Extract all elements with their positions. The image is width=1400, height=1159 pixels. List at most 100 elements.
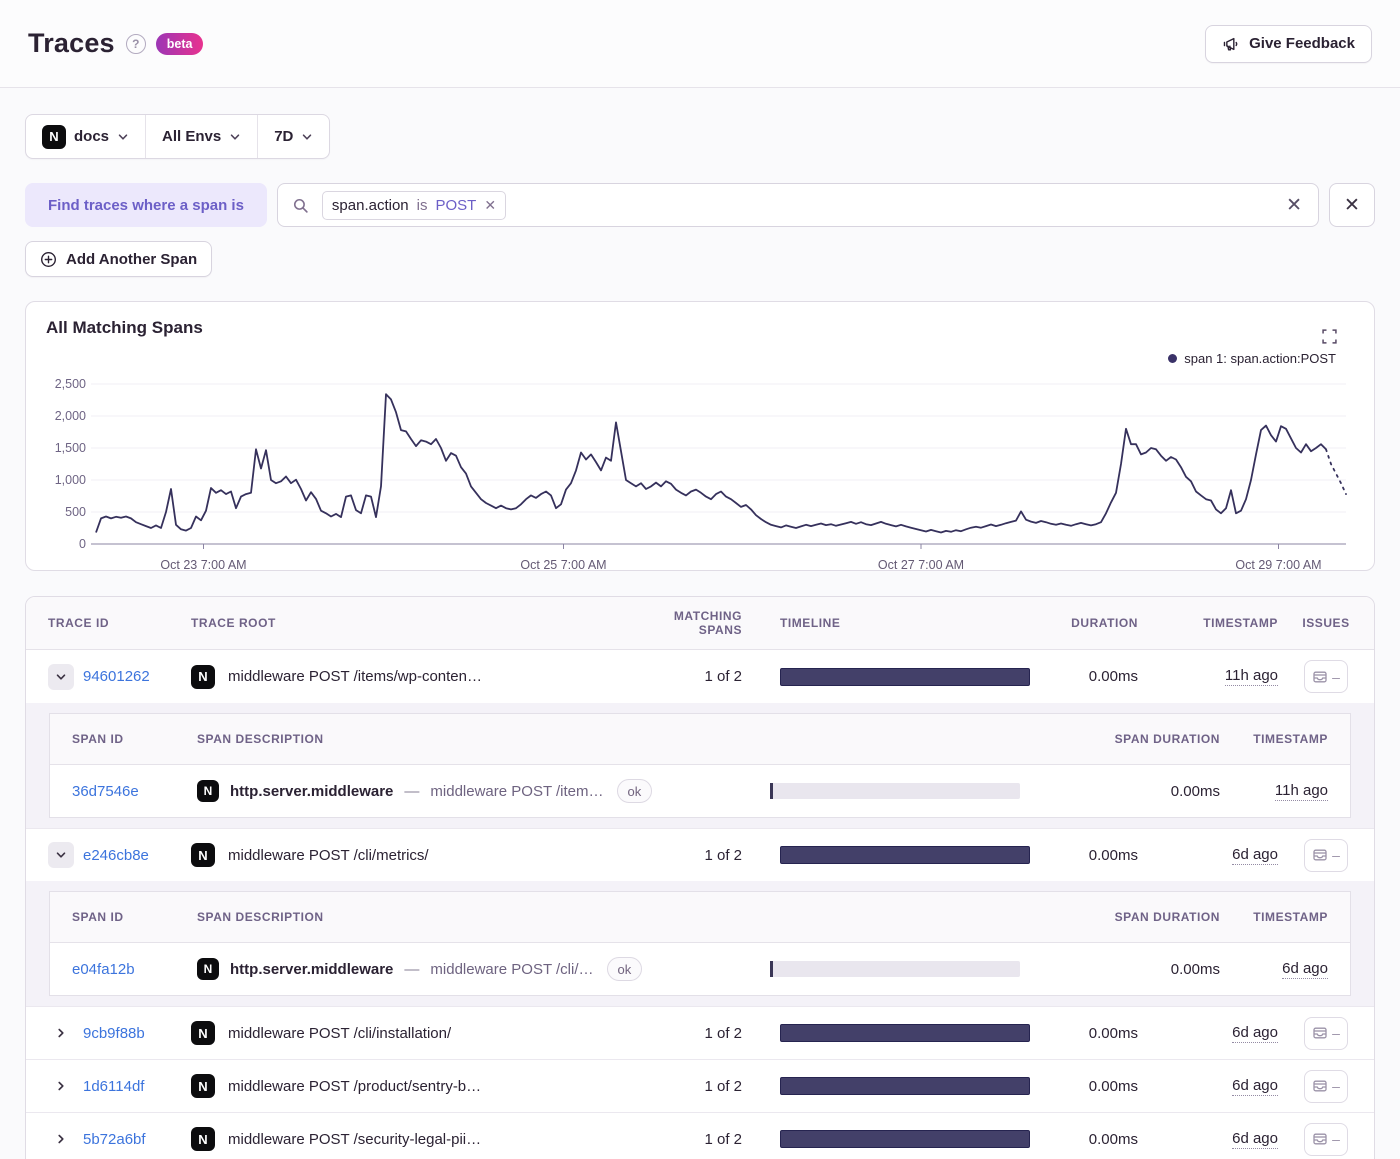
nextjs-icon: N bbox=[42, 124, 66, 149]
nextjs-icon: N bbox=[191, 1021, 215, 1045]
no-issues-dash: – bbox=[1332, 1131, 1340, 1147]
column-header: TRACE ROOT bbox=[191, 616, 276, 630]
collapse-chevron-button[interactable] bbox=[48, 663, 74, 690]
issues-button[interactable]: – bbox=[1304, 1069, 1348, 1103]
span-status-badge: ok bbox=[616, 779, 653, 803]
legend-label: span 1: span.action:POST bbox=[1184, 351, 1336, 366]
span-row: 36d7546e Nhttp.server.middleware — middlewa… bbox=[50, 765, 1350, 817]
issues-button[interactable]: – bbox=[1304, 838, 1348, 872]
trace-duration: 0.00ms bbox=[1088, 1024, 1138, 1042]
trace-root-text: middleware POST /cli/metrics/ bbox=[228, 846, 429, 864]
trace-row: 94601262 Nmiddleware POST /items/wp-conte… bbox=[26, 650, 1374, 703]
span-operation: http.server.middleware bbox=[230, 960, 394, 978]
column-header: TIMESTAMP bbox=[1203, 616, 1278, 630]
trace-timestamp[interactable]: 6d ago bbox=[1232, 1024, 1278, 1043]
trace-timestamp[interactable]: 11h ago bbox=[1224, 667, 1278, 686]
trace-id-link[interactable]: 5b72a6bf bbox=[83, 1131, 146, 1148]
span-id-link[interactable]: e04fa12b bbox=[72, 961, 135, 978]
plus-circle-icon bbox=[41, 251, 56, 267]
inbox-icon bbox=[1313, 1080, 1327, 1092]
span-status-badge: ok bbox=[606, 957, 643, 981]
span-timestamp[interactable]: 11h ago bbox=[1274, 782, 1328, 801]
chevron-down-icon bbox=[230, 133, 240, 140]
trace-timeline-bar bbox=[780, 1130, 1030, 1148]
beta-badge: beta bbox=[155, 32, 204, 55]
svg-text:1,000: 1,000 bbox=[55, 473, 86, 487]
legend-dot bbox=[1168, 354, 1178, 363]
column-header: TIMESTAMP bbox=[1253, 910, 1328, 924]
trace-id-link[interactable]: 94601262 bbox=[83, 668, 150, 685]
matching-spans-count: 1 of 2 bbox=[704, 1130, 742, 1148]
trace-id-link[interactable]: 1d6114df bbox=[83, 1078, 144, 1095]
separator-dash: — bbox=[404, 782, 420, 800]
issues-button[interactable]: – bbox=[1304, 660, 1348, 693]
all-matching-spans-panel: All Matching Spans span 1: span.action:P… bbox=[25, 301, 1375, 572]
issues-button[interactable]: – bbox=[1304, 1016, 1348, 1050]
trace-root-text: middleware POST /product/sentry-b… bbox=[228, 1077, 482, 1095]
project-selector[interactable]: N docs bbox=[26, 115, 145, 158]
trace-id-link[interactable]: 9cb9f88b bbox=[83, 1025, 145, 1042]
page-title: Traces bbox=[28, 28, 115, 58]
issues-button[interactable]: – bbox=[1304, 1122, 1348, 1156]
environment-selector[interactable]: All Envs bbox=[145, 115, 257, 158]
column-header: SPAN ID bbox=[72, 732, 124, 746]
column-header: MATCHING SPANS bbox=[673, 609, 742, 637]
trace-timestamp[interactable]: 6d ago bbox=[1232, 1130, 1278, 1149]
token-operator: is bbox=[416, 196, 428, 214]
fullscreen-icon[interactable] bbox=[1322, 329, 1337, 344]
collapse-chevron-button[interactable] bbox=[48, 842, 74, 868]
column-header: ISSUES bbox=[1302, 616, 1350, 630]
expand-chevron-button[interactable] bbox=[48, 1080, 74, 1092]
megaphone-icon bbox=[1222, 35, 1240, 53]
svg-text:500: 500 bbox=[65, 505, 86, 519]
inbox-icon bbox=[1313, 671, 1327, 682]
add-another-span-button[interactable]: Add Another Span bbox=[25, 241, 213, 277]
expand-chevron-button[interactable] bbox=[48, 1027, 74, 1039]
span-id-link[interactable]: 36d7546e bbox=[72, 783, 139, 800]
trace-timeline-bar bbox=[780, 1024, 1030, 1042]
spans-subtable-header: SPAN ID SPAN DESCRIPTION SPAN DURATION TIME… bbox=[50, 892, 1350, 943]
token-key: span.action bbox=[331, 196, 409, 214]
svg-text:Oct 27 7:00 AM: Oct 27 7:00 AM bbox=[878, 558, 964, 572]
help-icon[interactable]: ? bbox=[125, 33, 146, 54]
token-remove-icon[interactable]: ✕ bbox=[484, 197, 496, 214]
trace-root-text: middleware POST /cli/installation/ bbox=[228, 1024, 452, 1042]
trace-root-text: middleware POST /items/wp-conten… bbox=[228, 668, 482, 685]
column-header: TIMESTAMP bbox=[1253, 732, 1328, 746]
chart-legend: span 1: span.action:POST bbox=[1168, 351, 1336, 366]
trace-id-link[interactable]: e246cb8e bbox=[83, 847, 149, 864]
trace-duration: 0.00ms bbox=[1088, 1130, 1138, 1148]
nextjs-icon: N bbox=[191, 843, 215, 867]
trace-timeline-bar bbox=[780, 1077, 1030, 1095]
nextjs-icon: N bbox=[191, 664, 215, 689]
matching-spans-count: 1 of 2 bbox=[704, 846, 742, 864]
clear-search-icon[interactable]: ✕ bbox=[1286, 194, 1302, 217]
column-header: SPAN DESCRIPTION bbox=[197, 732, 324, 746]
column-header: TIMELINE bbox=[780, 616, 841, 630]
traces-table: TRACE ID TRACE ROOT MATCHING SPANS TIMELINE… bbox=[25, 596, 1375, 1159]
give-feedback-button[interactable]: Give Feedback bbox=[1205, 24, 1372, 63]
remove-span-row-button[interactable]: ✕ bbox=[1329, 183, 1375, 227]
inbox-icon bbox=[1313, 849, 1327, 861]
separator-dash: — bbox=[404, 960, 420, 978]
page-filter-bar: N docs All Envs 7D bbox=[25, 114, 331, 159]
expand-chevron-button[interactable] bbox=[48, 1133, 74, 1145]
svg-text:2,000: 2,000 bbox=[55, 409, 86, 423]
trace-timestamp[interactable]: 6d ago bbox=[1232, 1077, 1278, 1096]
span-search-input[interactable]: span.action is POST ✕ ✕ bbox=[276, 183, 1319, 227]
column-header: SPAN DURATION bbox=[1114, 732, 1220, 746]
spans-chart-svg: 0 500 1,000 1,500 2,000 2,500 Oct 23 7:00 AM Oc… bbox=[55, 377, 1347, 572]
token-value: POST bbox=[435, 196, 477, 214]
span-description: middleware POST /cli/… bbox=[430, 960, 594, 978]
trace-row: e246cb8e Nmiddleware POST /cli/metrics/1 … bbox=[26, 828, 1374, 881]
svg-text:1,500: 1,500 bbox=[55, 441, 86, 455]
expanded-spans-section: SPAN ID SPAN DESCRIPTION SPAN DURATION TIME… bbox=[26, 703, 1374, 828]
inbox-icon bbox=[1313, 1027, 1327, 1039]
span-timestamp[interactable]: 6d ago bbox=[1282, 960, 1328, 979]
inbox-icon bbox=[1313, 1133, 1327, 1145]
chevron-down-icon bbox=[118, 133, 128, 140]
trace-timestamp[interactable]: 6d ago bbox=[1232, 846, 1278, 865]
date-range-selector[interactable]: 7D bbox=[257, 115, 329, 158]
column-header: SPAN DESCRIPTION bbox=[197, 910, 324, 924]
spans-subtable: SPAN ID SPAN DESCRIPTION SPAN DURATION TIME… bbox=[49, 713, 1351, 818]
